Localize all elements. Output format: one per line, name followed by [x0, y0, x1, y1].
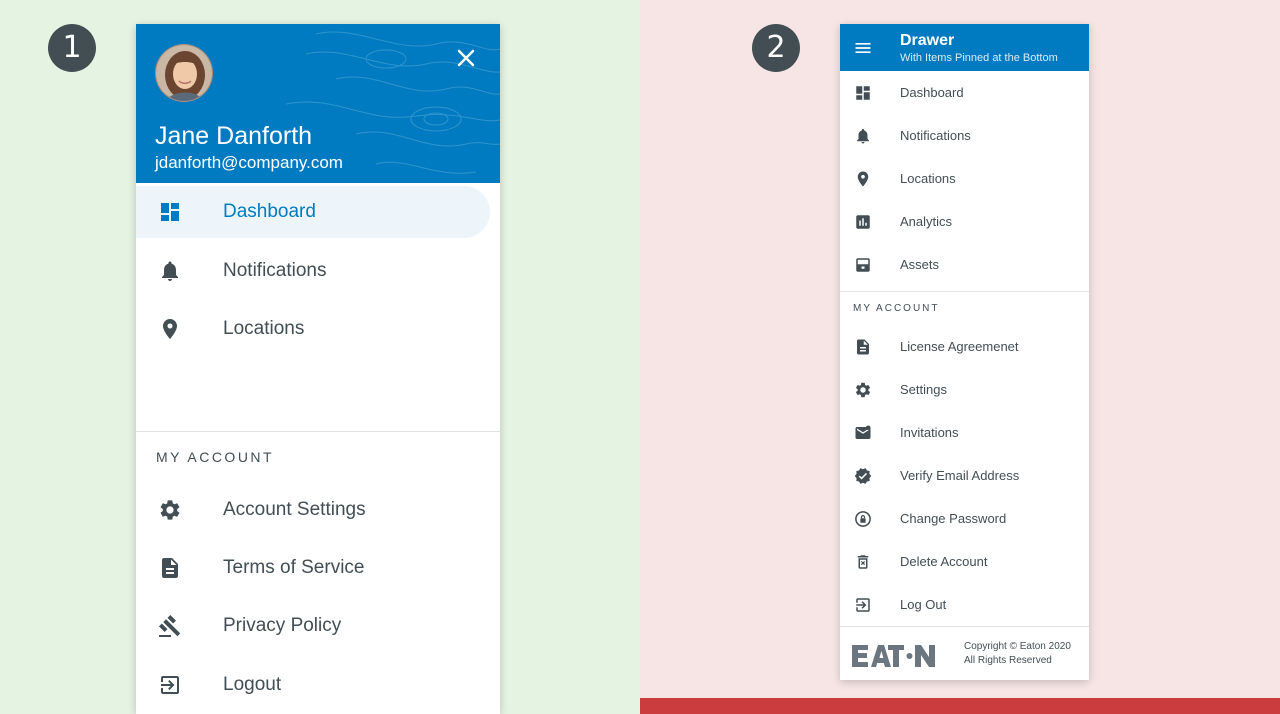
nav-item-locations[interactable]: Locations: [840, 157, 1089, 200]
mail-icon: [855, 425, 871, 439]
close-icon[interactable]: [454, 46, 478, 70]
logout-icon: [161, 676, 179, 694]
nav-item-label: Notifications: [900, 128, 971, 143]
gavel-icon: [158, 615, 181, 637]
user-name: Jane Danforth: [155, 122, 313, 150]
nav-item-label: Locations: [900, 171, 956, 186]
account-item-delete-account[interactable]: Delete Account: [840, 540, 1089, 583]
account-item-label: License Agreemenet: [900, 339, 1019, 354]
user-avatar[interactable]: [155, 44, 213, 102]
account-item-change-password[interactable]: Change Password: [840, 497, 1089, 540]
my-account-subheader: MY ACCOUNT: [853, 303, 940, 314]
section-divider: [136, 431, 500, 432]
nav-item-label: Dashboard: [900, 85, 964, 100]
analytics-icon: [856, 214, 870, 229]
nav-item-assets[interactable]: Assets: [840, 243, 1089, 286]
account-item-verify-email[interactable]: Verify Email Address: [840, 454, 1089, 497]
account-item-label: Privacy Policy: [223, 615, 342, 636]
account-item-privacy-policy[interactable]: Privacy Policy: [136, 600, 490, 652]
drawer-title: Drawer: [900, 32, 955, 49]
account-item-logout[interactable]: Logout: [136, 659, 490, 711]
nav-item-dashboard[interactable]: Dashboard: [840, 71, 1089, 114]
verified-icon: [854, 467, 872, 484]
document-icon: [162, 558, 178, 578]
account-item-label: Logout: [223, 674, 282, 695]
gear-icon: [855, 382, 871, 397]
drawer-user-profile: Jane Danforth jdanforth@company.com Dash…: [136, 24, 500, 714]
account-item-label: Invitations: [900, 425, 959, 440]
menu-icon[interactable]: [853, 38, 873, 58]
logout-icon: [856, 597, 870, 612]
eaton-logo: [852, 645, 935, 667]
rights-text: All Rights Reserved: [964, 655, 1052, 666]
account-item-settings[interactable]: Settings: [840, 368, 1089, 411]
drawer-subtitle: With Items Pinned at the Bottom: [900, 52, 1058, 64]
account-item-account-settings[interactable]: Account Settings: [136, 484, 490, 536]
bell-icon: [857, 128, 869, 143]
trash-icon: [857, 554, 869, 569]
map-pin-icon: [857, 171, 869, 186]
account-item-label: Terms of Service: [223, 557, 365, 578]
drawer-header: Jane Danforth jdanforth@company.com: [136, 24, 500, 183]
user-email: jdanforth@company.com: [155, 153, 343, 172]
nav-item-notifications[interactable]: Notifications: [136, 245, 490, 297]
copyright-text: Copyright © Eaton 2020: [964, 641, 1071, 652]
gear-icon: [160, 500, 180, 520]
example-number-badge-2: 2: [752, 24, 800, 72]
dashboard-icon: [161, 203, 179, 221]
example-number-badge-1: 1: [48, 24, 96, 72]
nav-item-analytics[interactable]: Analytics: [840, 200, 1089, 243]
nav-item-label: Notifications: [223, 260, 327, 281]
section-divider: [840, 291, 1089, 292]
document-icon: [857, 339, 869, 354]
my-account-subheader: MY ACCOUNT: [156, 449, 275, 465]
account-item-label: Delete Account: [900, 554, 988, 569]
nav-item-label: Analytics: [900, 214, 953, 229]
account-item-invitations[interactable]: Invitations: [840, 411, 1089, 454]
lock-icon: [855, 510, 871, 527]
account-item-label: Change Password: [900, 511, 1007, 526]
accent-bar: [640, 698, 1280, 714]
account-item-terms-of-service[interactable]: Terms of Service: [136, 542, 490, 594]
map-pin-icon: [163, 319, 177, 339]
account-item-label: Verify Email Address: [900, 468, 1020, 483]
account-item-license-agreement[interactable]: License Agreemenet: [840, 325, 1089, 368]
assets-icon: [856, 257, 870, 272]
account-item-label: Log Out: [900, 597, 947, 612]
nav-item-notifications[interactable]: Notifications: [840, 114, 1089, 157]
nav-item-locations[interactable]: Locations: [136, 303, 490, 355]
dashboard-icon: [856, 85, 870, 100]
nav-item-dashboard[interactable]: Dashboard: [136, 186, 490, 238]
nav-item-label: Assets: [900, 257, 940, 272]
nav-item-label: Dashboard: [223, 201, 316, 222]
drawer-header: Drawer With Items Pinned at the Bottom: [840, 24, 1089, 71]
account-item-label: Settings: [900, 382, 947, 397]
bell-icon: [162, 261, 178, 281]
footer-divider: [840, 626, 1089, 627]
drawer-pinned-bottom: Drawer With Items Pinned at the Bottom D…: [840, 24, 1089, 680]
nav-item-label: Locations: [223, 318, 305, 339]
account-item-label: Account Settings: [223, 499, 366, 520]
account-item-log-out[interactable]: Log Out: [840, 583, 1089, 626]
